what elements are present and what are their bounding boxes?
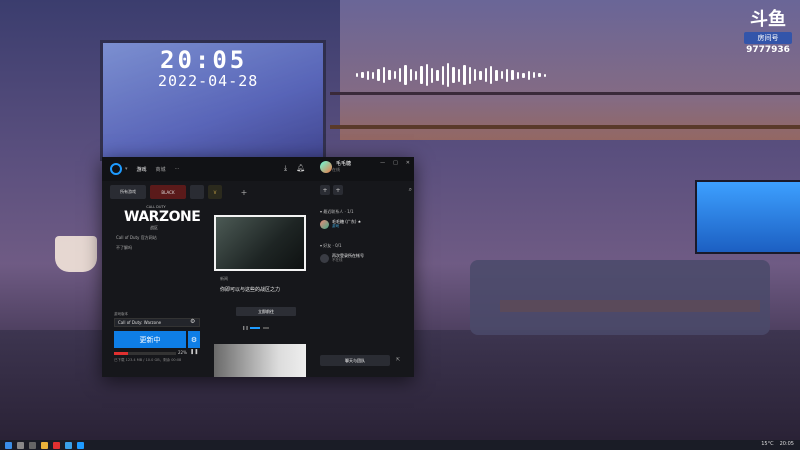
game-tab-game3[interactable] [190,185,204,199]
logo-main: 斗鱼 [750,9,786,30]
profile[interactable]: 毛毛糖 在线 [320,161,351,173]
app-icon[interactable] [53,441,60,449]
game-title: WARZONE [124,209,201,225]
friend-avatar [320,219,329,229]
douyu-logo: 斗鱼 房间号 9777936 [744,10,792,55]
pager-dot[interactable] [250,327,260,329]
progress-fill [114,352,128,355]
wallpaper-lamp [55,236,97,272]
close-button[interactable]: ✕ [406,160,410,166]
game-title-cn: 战区 [150,225,158,230]
download-info: 已下载 123.4 MB / 10.0 GB，剩余 00:08 [114,358,182,362]
task-view-icon[interactable] [29,441,36,449]
search-icon[interactable]: ⌕ [409,186,412,194]
search-icon[interactable] [17,441,24,449]
wallpaper-aquarium [695,180,800,254]
maximize-button[interactable]: □ [393,160,398,166]
wallpaper-desk [500,300,760,312]
chat-button[interactable]: 聊天与团队 [320,355,390,366]
news-image[interactable] [214,215,306,271]
battlenet-logo-icon[interactable] [110,163,122,175]
friend-status: 游戏 [332,224,339,228]
explorer-icon[interactable] [41,441,48,449]
update-options-gear-icon[interactable]: ⚙ [188,331,200,348]
chevron-down-icon[interactable]: ▾ [125,166,128,172]
game-tabs: 所有游戏 BLACK V + [110,185,262,199]
game-header: CALL DUTY WARZONE 战区 Call of Duty 官方网站 不… [112,205,212,251]
list-item[interactable]: 毛毛糖 (广东) ★ 游戏 [320,219,412,229]
friends-header[interactable]: ▾ 好友 · 0/1 [320,243,412,249]
friend-status: 不在线 [332,258,343,262]
battlenet-window: ▾ 游戏 商城 ··· ⤓ 🔔︎ 毛毛糖 在线 — □ ✕ 所有游戏 BLACK… [102,157,414,377]
tray-clock[interactable]: 20:05 [780,441,794,447]
logo-room-label: 房间号 [744,32,792,44]
official-site-link[interactable]: Call of Duty 官方网站 [116,235,212,241]
bell-icon[interactable]: 🔔︎ [296,164,305,173]
friend-avatar [320,253,329,263]
audio-visualizer [356,60,546,90]
gear-icon[interactable]: ⚙ [190,318,195,325]
system-tray: 15°C 20:05 [761,441,794,447]
battlenet-taskbar-icon[interactable] [77,441,84,449]
expand-icon[interactable]: ⇱ [396,357,400,363]
desktop-clock-date: 2022-04-28 [158,72,259,90]
game-tab-blackops[interactable]: BLACK [150,185,186,199]
room-number: 9777936 [746,45,790,55]
carousel-pager[interactable] [250,327,269,329]
minimize-button[interactable]: — [380,160,385,166]
tab-games[interactable]: 游戏 [137,166,147,173]
recent-contacts-header[interactable]: ▾ 最近联系人 · 1/1 [320,209,412,215]
tab-shop[interactable]: 商城 [156,166,166,173]
news-tag: 新闻 [220,276,228,281]
list-item[interactable]: 再次登录所在帐号 不在线 [320,253,412,263]
start-icon[interactable] [5,441,12,449]
game-tab-all[interactable]: 所有游戏 [110,185,146,199]
download-icon[interactable]: ⤓ [284,164,287,173]
tab-more[interactable]: ··· [175,166,180,172]
add-game-button[interactable]: + [226,185,262,199]
friends-panel: + + ⌕ ▾ 最近联系人 · 1/1 毛毛糖 (广东) ★ 游戏 ▾ 好友 ·… [320,185,412,375]
title-bar[interactable]: ▾ 游戏 商城 ··· ⤓ 🔔︎ 毛毛糖 在线 — □ ✕ [102,157,414,181]
download-progress-bar [114,352,176,355]
avatar[interactable] [320,161,332,173]
version-select[interactable]: Call of Duty: Warzone [114,318,200,327]
wallpaper-sofa [470,260,770,335]
version-label: 游戏版本 [114,312,128,316]
taskbar: 15°C 20:05 [0,440,800,450]
weather[interactable]: 15°C [761,441,773,447]
pause-icon[interactable]: ❚❚ [190,349,198,355]
add-friend-icon[interactable]: + [320,185,330,195]
news-title[interactable]: 你即可以与这些的战区之力 [220,286,280,293]
wallpaper-railing [330,92,800,129]
news-image-2[interactable] [214,344,306,377]
update-button[interactable]: 更新中 [114,331,186,348]
news-action-button[interactable]: 立即前往 [236,307,296,316]
desktop-clock-time: 20:05 [160,46,248,74]
carousel-pause-icon[interactable]: ❚❚ [242,325,249,330]
progress-percent: 22% [178,350,187,355]
game-tab-vanguard[interactable]: V [208,185,222,199]
profile-status: 在线 [332,167,340,172]
browser-icon[interactable] [65,441,72,449]
pager-dot[interactable] [263,327,269,329]
learn-more-link[interactable]: 不了解吗 [116,245,212,251]
add-group-icon[interactable]: + [333,185,343,195]
